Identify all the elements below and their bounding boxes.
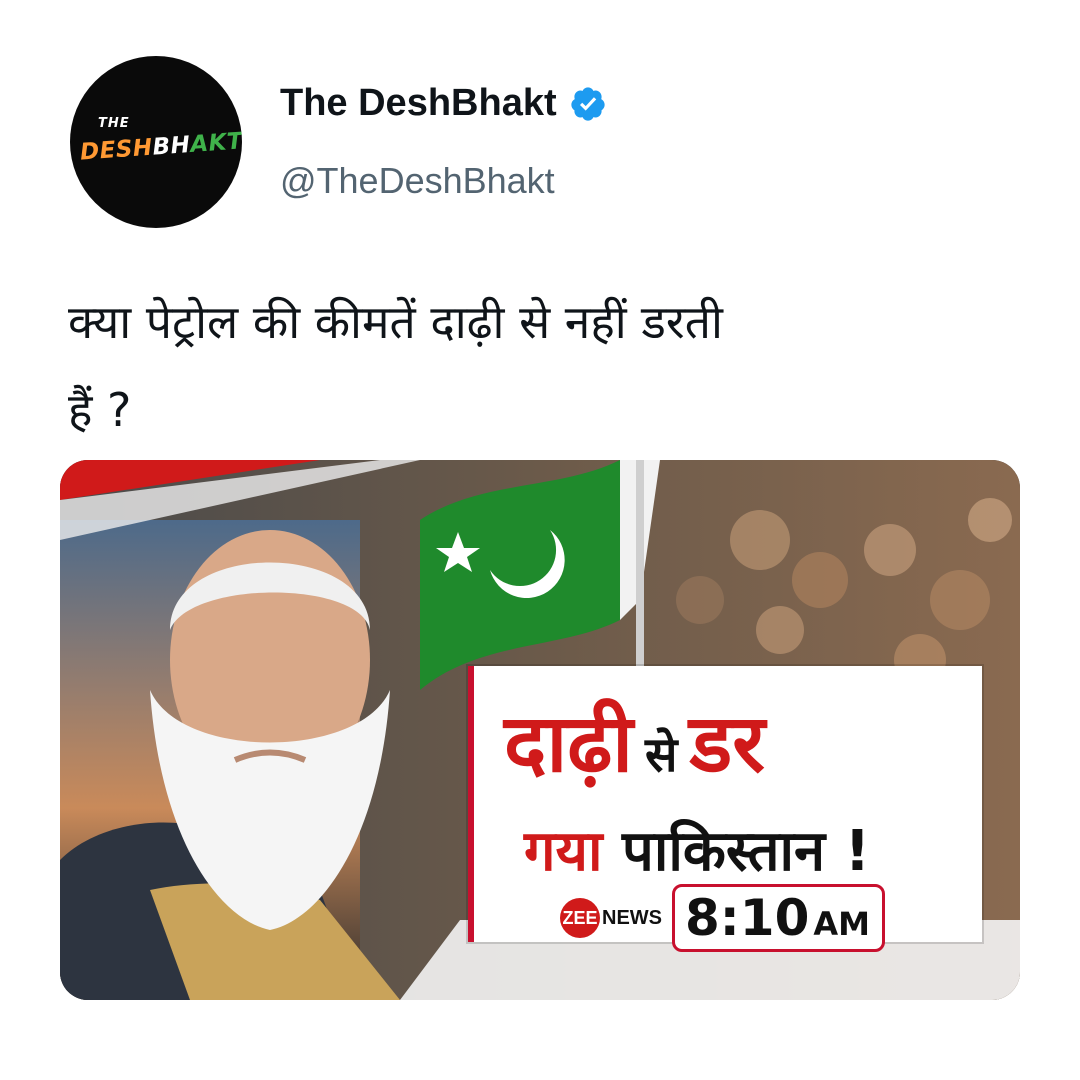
- headline-line2-b: पाकिस्तान: [622, 819, 826, 884]
- tweet-card: THE DESHBHAKT The DeshBhakt @TheDeshBhak…: [0, 0, 1080, 1080]
- headline-line2-c: !: [844, 819, 871, 884]
- avatar[interactable]: THE DESHBHAKT: [70, 56, 242, 228]
- avatar-logo-the: THE: [98, 116, 130, 131]
- tweet-media-image[interactable]: दाढ़ी से डर गया पाकिस्तान ! ZEE NEWS 8:10 …: [60, 460, 1020, 1000]
- tweet-text-line-1: क्या पेट्रोल की कीमतें दाढ़ी से नहीं डरत…: [68, 295, 723, 349]
- headline-word-1: दाढ़ी: [504, 697, 633, 790]
- headline-line-1: दाढ़ी से डर: [504, 686, 765, 795]
- display-name[interactable]: The DeshBhakt: [280, 82, 557, 125]
- avatar-logo-name: DESHBHAKT: [79, 128, 242, 166]
- time-value: 8:10: [685, 889, 810, 947]
- headline-word-3: डर: [689, 697, 765, 790]
- channel-bar: ZEE NEWS 8:10 AM: [560, 884, 885, 952]
- account-handle[interactable]: @TheDeshBhakt: [280, 160, 555, 202]
- headline-word-2: से: [644, 727, 678, 783]
- time-badge: 8:10 AM: [672, 884, 885, 952]
- headline-line2-a: गया: [524, 819, 603, 884]
- time-ampm: AM: [813, 905, 870, 943]
- display-name-row: The DeshBhakt: [280, 82, 607, 125]
- zee-news-logo: ZEE NEWS: [560, 898, 662, 938]
- tweet-text: क्या पेट्रोल की कीमतें दाढ़ी से नहीं डरत…: [68, 278, 968, 454]
- zee-logo-circle: ZEE: [560, 898, 600, 938]
- zee-news-label: NEWS: [602, 906, 662, 929]
- verified-badge-icon: [570, 86, 605, 121]
- headline-line-2: गया पाकिस्तान !: [524, 811, 870, 887]
- tweet-text-line-2: हैं ?: [68, 383, 132, 437]
